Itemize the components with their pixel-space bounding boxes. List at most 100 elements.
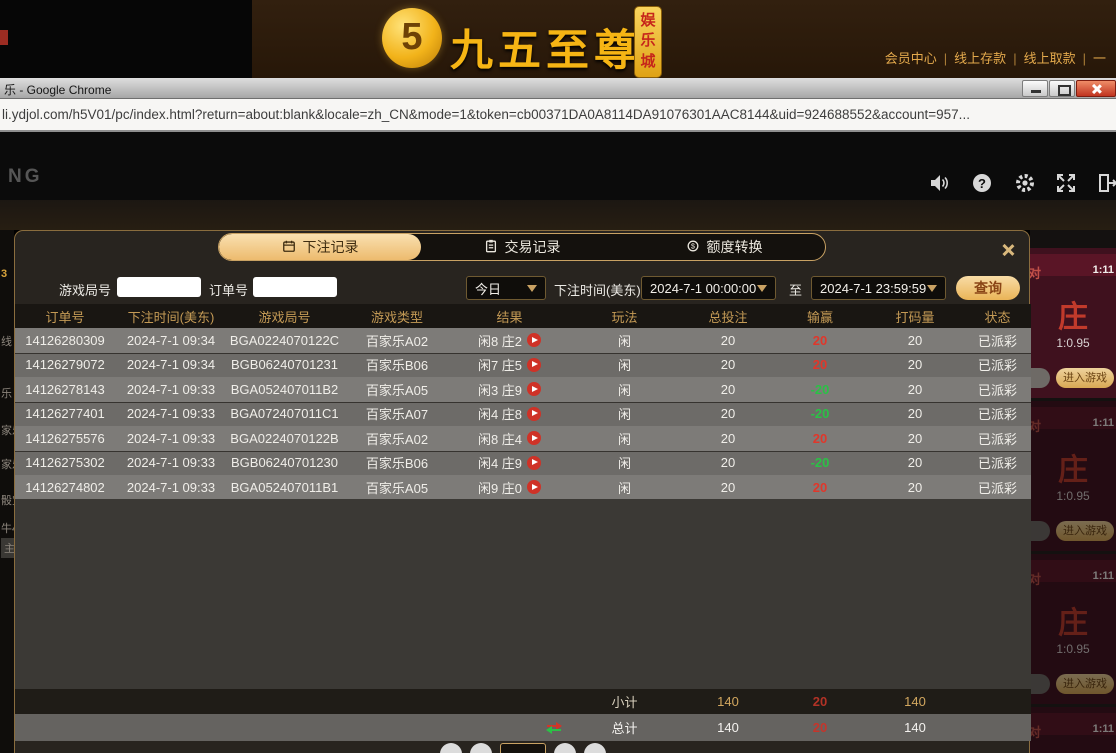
cell-round-id: BGB06240701231 <box>227 357 342 372</box>
chevron-down-icon <box>527 285 537 292</box>
help-button[interactable]: ? <box>971 172 993 194</box>
game-card[interactable]: 对1:11庄1:0.95进入游戏 <box>1030 554 1116 704</box>
date-to-select[interactable]: 2024-7-1 23:59:59 <box>811 276 946 300</box>
to-label: 至 <box>789 280 802 299</box>
cell-play: 闲 <box>567 429 682 448</box>
cell-turnover: 20 <box>866 406 964 421</box>
search-button[interactable]: 查询 <box>956 276 1020 300</box>
range-select[interactable]: 今日 <box>466 276 546 300</box>
table-row: 141262755762024-7-1 09:33BGA0224070122B百… <box>15 426 1031 451</box>
minimize-button[interactable] <box>1022 80 1048 97</box>
close-window-button[interactable] <box>1076 80 1116 97</box>
cell-order-id: 14126274802 <box>15 480 115 495</box>
tab-bet-records-icon <box>282 239 296 256</box>
fullscreen-button[interactable] <box>1055 172 1077 194</box>
game-round-input[interactable] <box>117 277 201 297</box>
column-header: 订单号 <box>15 307 115 326</box>
cell-status: 已派彩 <box>964 453 1031 472</box>
sidebar-text-fragment: 家乐 <box>1 456 14 472</box>
speaker-icon <box>928 172 950 194</box>
tab-quota-transfer-icon: $ <box>686 239 700 256</box>
cell-result: 闲4 庄9 <box>452 453 567 472</box>
replay-button[interactable] <box>527 382 541 396</box>
replay-button[interactable] <box>527 480 541 494</box>
replay-button[interactable] <box>527 358 541 372</box>
site-nav-link[interactable]: 一 <box>1093 51 1106 66</box>
subtotal-total-bet: 140 <box>682 694 774 709</box>
url-text: li.ydjol.com/h5V01/pc/index.html?return=… <box>2 99 970 130</box>
tab-label: 下注记录 <box>303 237 359 257</box>
table-header-row: 订单号下注时间(美东)游戏局号游戏类型结果玩法总投注输赢打码量状态 <box>15 304 1031 328</box>
exit-button[interactable] <box>1096 172 1116 194</box>
cell-win-loss: 20 <box>774 431 866 446</box>
cell-total-bet: 20 <box>682 333 774 348</box>
cell-total-bet: 20 <box>682 455 774 470</box>
cell-bet-time: 2024-7-1 09:33 <box>115 406 227 421</box>
refresh-swap-icon[interactable] <box>545 721 563 735</box>
pagination-last-button[interactable] <box>584 743 606 753</box>
column-header: 游戏类型 <box>342 307 452 326</box>
column-header: 玩法 <box>567 307 682 326</box>
column-header: 打码量 <box>866 307 964 326</box>
total-win-loss: 20 <box>774 720 866 735</box>
cell-turnover: 20 <box>866 431 964 446</box>
result-text: 闲3 庄9 <box>478 380 522 399</box>
replay-button[interactable] <box>527 407 541 421</box>
cell-round-id: BGA052407011B2 <box>227 382 342 397</box>
replay-button[interactable] <box>527 456 541 470</box>
game-card[interactable]: 对1:11庄1:0.95进入游戏 <box>1030 707 1116 753</box>
column-header: 状态 <box>964 307 1031 326</box>
pagination-first-button[interactable] <box>440 743 462 753</box>
close-icon <box>1001 243 1015 257</box>
table-empty-area <box>15 499 1031 689</box>
sound-button[interactable] <box>928 172 950 194</box>
cell-play: 闲 <box>567 331 682 350</box>
order-input[interactable] <box>253 277 337 297</box>
cell-bet-time: 2024-7-1 09:34 <box>115 357 227 372</box>
dim-overlay <box>1030 554 1116 704</box>
pagination-next-button[interactable] <box>554 743 576 753</box>
svg-text:$: $ <box>691 243 695 250</box>
cell-game-type: 百家乐B06 <box>342 453 452 472</box>
browser-titlebar <box>0 78 1116 99</box>
tab-quota-transfer[interactable]: $额度转换 <box>623 234 825 260</box>
tab-transaction-records-icon <box>484 239 498 256</box>
browser-urlbar[interactable]: li.ydjol.com/h5V01/pc/index.html?return=… <box>0 99 1116 132</box>
tab-bet-records[interactable]: 下注记录 <box>219 234 421 260</box>
secondary-button[interactable] <box>1030 368 1050 388</box>
logo-badge: 娱乐城 <box>634 6 662 78</box>
pagination-page-box[interactable] <box>500 743 546 753</box>
cell-game-type: 百家乐A05 <box>342 380 452 399</box>
date-from-select[interactable]: 2024-7-1 00:00:00 <box>641 276 776 300</box>
subtotal-win-loss: 20 <box>774 694 866 709</box>
cell-game-type: 百家乐A02 <box>342 331 452 350</box>
cell-play: 闲 <box>567 478 682 497</box>
site-nav-link[interactable]: 线上取款 <box>1024 51 1076 66</box>
tab-transaction-records[interactable]: 交易记录 <box>421 234 623 260</box>
settings-button[interactable] <box>1014 172 1036 194</box>
cell-total-bet: 20 <box>682 382 774 397</box>
banner-left-black <box>0 0 252 78</box>
date-from-value: 2024-7-1 00:00:00 <box>650 281 756 296</box>
cell-result: 闲8 庄4 <box>452 429 567 448</box>
site-nav-link[interactable]: 会员中心 <box>885 51 937 66</box>
cell-play: 闲 <box>567 453 682 472</box>
game-card[interactable]: 对1:11庄1:0.95进入游戏 <box>1030 248 1116 398</box>
cell-result: 闲9 庄0 <box>452 478 567 497</box>
game-card[interactable]: 对1:11庄1:0.95进入游戏 <box>1030 401 1116 551</box>
cell-turnover: 20 <box>866 480 964 495</box>
subtotal-row: 小计 140 20 140 <box>15 689 1031 714</box>
enter-game-button[interactable]: 进入游戏 <box>1056 368 1114 388</box>
background-window-fragment <box>0 30 8 45</box>
cell-order-id: 14126280309 <box>15 333 115 348</box>
cell-win-loss: -20 <box>774 406 866 421</box>
sidebar-text-fragment: 家乐 <box>1 422 14 438</box>
maximize-button[interactable] <box>1049 80 1075 97</box>
modal-close-button[interactable] <box>999 241 1017 259</box>
replay-button[interactable] <box>527 333 541 347</box>
site-nav-link[interactable]: 线上存款 <box>954 51 1006 66</box>
sidebar-text-fragment: 骰宝 <box>1 492 14 508</box>
cell-play: 闲 <box>567 355 682 374</box>
replay-button[interactable] <box>527 431 541 445</box>
pagination-prev-button[interactable] <box>470 743 492 753</box>
